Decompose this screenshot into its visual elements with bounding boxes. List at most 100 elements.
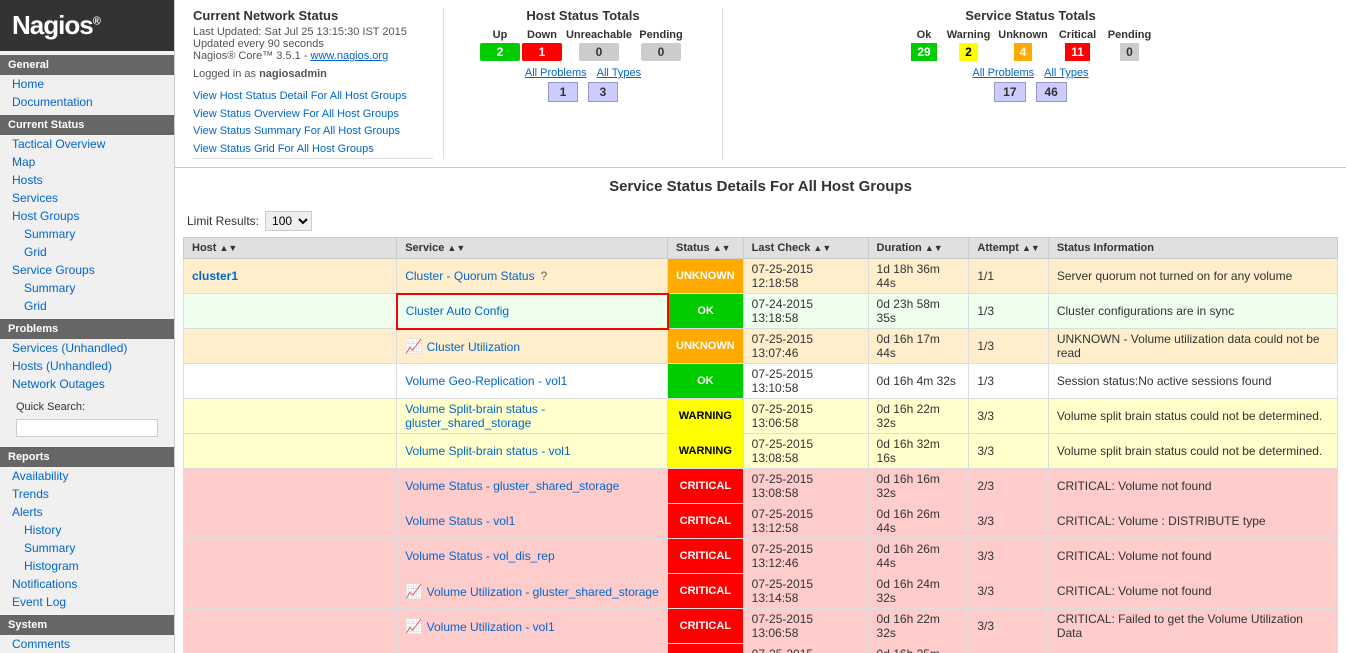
service-link[interactable]: Volume Status - vol_dis_rep xyxy=(405,549,554,563)
service-cell[interactable]: Volume Geo-Replication - vol1 xyxy=(397,364,668,399)
sidebar-problems-section: Problems Services (Unhandled) Hosts (Unh… xyxy=(0,319,174,393)
nav-link-status-overview[interactable]: View Status Overview For All Host Groups xyxy=(193,106,433,124)
host-link[interactable]: cluster1 xyxy=(192,269,238,283)
col-service[interactable]: Service ▲▼ xyxy=(397,238,668,259)
sidebar-item-event-log[interactable]: Event Log xyxy=(0,593,174,611)
host-val-pending[interactable]: 0 xyxy=(636,43,686,61)
service-link[interactable]: Cluster - Quorum Status xyxy=(405,269,534,283)
col-host[interactable]: Host ▲▼ xyxy=(184,238,397,259)
svc-at-val[interactable]: 46 xyxy=(1036,82,1067,102)
graph-icon[interactable]: 📈 xyxy=(405,618,422,634)
service-cell[interactable]: Volume Status - gluster_shared_storage xyxy=(397,469,668,504)
sidebar-item-notifications[interactable]: Notifications xyxy=(0,575,174,593)
sidebar-item-comments[interactable]: Comments xyxy=(0,635,174,653)
table-row: cluster1Cluster - Quorum Status?UNKNOWN0… xyxy=(184,259,1338,294)
host-cell xyxy=(184,434,397,469)
nav-link-host-status-detail[interactable]: View Host Status Detail For All Host Gro… xyxy=(193,88,433,106)
svc-val-critical[interactable]: 11 xyxy=(1053,43,1103,61)
sidebar-item-network-outages[interactable]: Network Outages xyxy=(0,375,174,393)
service-cell[interactable]: Cluster Auto Config xyxy=(397,294,668,329)
service-cell[interactable]: 📈 Cluster Utilization xyxy=(397,329,668,364)
info-cell: Session status:No active sessions found xyxy=(1048,364,1337,399)
host-all-problems-link[interactable]: All Problems xyxy=(525,67,587,79)
service-cell[interactable]: Volume Status - vol_dis_rep xyxy=(397,539,668,574)
duration-cell: 0d 16h 32m 16s xyxy=(868,434,969,469)
service-cell[interactable]: Cluster - Quorum Status? xyxy=(397,259,668,294)
sidebar-item-host-groups[interactable]: Host Groups xyxy=(0,207,174,225)
col-attempt[interactable]: Attempt ▲▼ xyxy=(969,238,1048,259)
service-link[interactable]: Volume Split-brain status - vol1 xyxy=(405,444,570,458)
nav-link-status-grid[interactable]: View Status Grid For All Host Groups xyxy=(193,141,433,159)
sidebar-item-services-unhandled[interactable]: Services (Unhandled) xyxy=(0,339,174,357)
service-link[interactable]: Cluster Auto Config xyxy=(406,304,509,318)
svc-all-types-link[interactable]: All Types xyxy=(1044,67,1088,79)
svc-val-pending[interactable]: 0 xyxy=(1105,43,1155,61)
sidebar-item-services[interactable]: Services xyxy=(0,189,174,207)
service-link[interactable]: Cluster Utilization xyxy=(427,340,520,354)
nagios-core-info: Nagios® Core™ 3.5.1 - www.nagios.org xyxy=(193,50,433,62)
svc-label-critical: Critical xyxy=(1053,29,1103,41)
svc-ap-val[interactable]: 17 xyxy=(994,82,1025,102)
general-header: General xyxy=(0,55,174,75)
sidebar-item-alerts[interactable]: Alerts xyxy=(0,503,174,521)
svc-val-ok[interactable]: 29 xyxy=(907,43,942,61)
panel-info: Current Network Status Last Updated: Sat… xyxy=(183,8,443,159)
host-val-unreachable[interactable]: 0 xyxy=(564,43,634,61)
service-link[interactable]: Volume Split-brain status - gluster_shar… xyxy=(405,402,545,430)
graph-icon[interactable]: 📈 xyxy=(405,338,422,354)
service-link[interactable]: Volume Status - gluster_shared_storage xyxy=(405,479,619,493)
sidebar-item-tactical-overview[interactable]: Tactical Overview xyxy=(0,135,174,153)
sidebar-item-sg-grid[interactable]: Grid xyxy=(0,297,174,315)
quick-search-input[interactable] xyxy=(16,419,158,437)
service-cell[interactable]: Volume Split-brain status - gluster_shar… xyxy=(397,399,668,434)
sidebar-item-hg-grid[interactable]: Grid xyxy=(0,243,174,261)
service-link[interactable]: Volume Geo-Replication - vol1 xyxy=(405,374,567,388)
col-last-check[interactable]: Last Check ▲▼ xyxy=(743,238,868,259)
service-cell[interactable]: 📈 Volume Utilization - vol1 xyxy=(397,609,668,644)
sidebar-item-alerts-histogram[interactable]: Histogram xyxy=(0,557,174,575)
svc-all-problems-link[interactable]: All Problems xyxy=(972,67,1034,79)
host-all-types-link[interactable]: All Types xyxy=(597,67,641,79)
sidebar-item-alerts-history[interactable]: History xyxy=(0,521,174,539)
sidebar-item-home[interactable]: Home xyxy=(0,75,174,93)
service-cell[interactable]: 📈 Volume Utilization - gluster_shared_sto… xyxy=(397,574,668,609)
sidebar-item-availability[interactable]: Availability xyxy=(0,467,174,485)
col-duration[interactable]: Duration ▲▼ xyxy=(868,238,969,259)
sidebar-item-sg-summary[interactable]: Summary xyxy=(0,279,174,297)
limit-results: Limit Results: 25 50 100 200 All xyxy=(175,205,1346,237)
service-cell[interactable]: Volume Split-brain status - vol1 xyxy=(397,434,668,469)
sidebar-item-hg-summary[interactable]: Summary xyxy=(0,225,174,243)
host-totals-title: Host Status Totals xyxy=(454,8,712,23)
svc-val-unknown[interactable]: 4 xyxy=(996,43,1051,61)
sidebar-item-hosts-unhandled[interactable]: Hosts (Unhandled) xyxy=(0,357,174,375)
service-cell[interactable]: Volume Status - vol1 xyxy=(397,504,668,539)
sidebar-reports-section: Reports Availability Trends Alerts Histo… xyxy=(0,447,174,611)
svc-val-warning[interactable]: 2 xyxy=(944,43,994,61)
svc-label-pending: Pending xyxy=(1105,29,1155,41)
service-link[interactable]: Volume Utilization - gluster_shared_stor… xyxy=(427,585,659,599)
host-val-up[interactable]: 2 xyxy=(480,43,520,61)
service-link[interactable]: Volume Utilization - vol1 xyxy=(427,620,555,634)
col-status[interactable]: Status ▲▼ xyxy=(668,238,744,259)
host-val-down[interactable]: 1 xyxy=(522,43,562,61)
nav-link-status-summary[interactable]: View Status Summary For All Host Groups xyxy=(193,123,433,141)
sidebar-item-service-groups[interactable]: Service Groups xyxy=(0,261,174,279)
sidebar-item-hosts[interactable]: Hosts xyxy=(0,171,174,189)
nagios-url[interactable]: www.nagios.org xyxy=(311,50,389,62)
status-cell: CRITICAL xyxy=(668,504,744,539)
quick-search-section: Quick Search: xyxy=(0,393,174,443)
table-row: 📈Cluster UtilizationUNKNOWN07-25-2015 13… xyxy=(184,329,1338,364)
sidebar-item-documentation[interactable]: Documentation xyxy=(0,93,174,111)
sidebar-item-trends[interactable]: Trends xyxy=(0,485,174,503)
service-link[interactable]: Volume Status - vol1 xyxy=(405,514,515,528)
host-at-val[interactable]: 3 xyxy=(588,82,618,102)
service-cell[interactable]: 📈Volume Utilization - vol_dis_rep xyxy=(397,644,668,653)
nav-links: View Host Status Detail For All Host Gro… xyxy=(193,88,433,159)
host-cell xyxy=(184,399,397,434)
host-ap-val[interactable]: 1 xyxy=(548,82,578,102)
graph-icon[interactable]: 📈 xyxy=(405,583,422,599)
host-cell[interactable]: cluster1 xyxy=(184,259,397,294)
limit-select[interactable]: 25 50 100 200 All xyxy=(265,211,312,231)
sidebar-item-map[interactable]: Map xyxy=(0,153,174,171)
sidebar-item-alerts-summary[interactable]: Summary xyxy=(0,539,174,557)
